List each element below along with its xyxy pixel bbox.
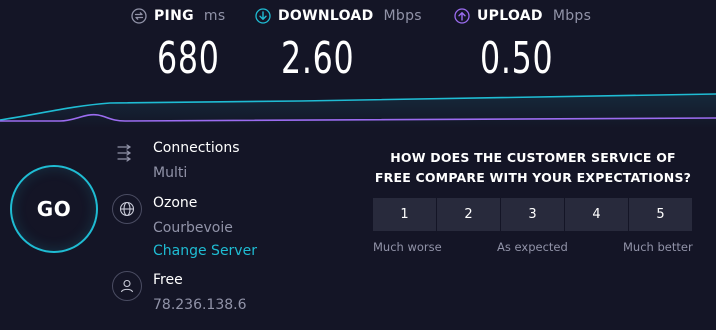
provider-ip: 78.236.138.6 [153,297,247,313]
rating-scale: 1 2 3 4 5 [373,198,692,231]
server-location: Courbevoie [153,220,233,236]
go-button[interactable]: GO [10,165,98,253]
download-arrow-icon [255,8,271,24]
ping-unit: ms [203,8,226,24]
server-name: Ozone [153,195,198,211]
upload-unit: Mbps [552,8,592,24]
ping-label: PING [154,8,194,24]
upload-label: UPLOAD [477,8,543,24]
rating-button-1[interactable]: 1 [373,198,436,231]
speed-graph [0,93,716,128]
provider-name: Free [153,272,183,288]
download-graph-area [0,94,716,128]
globe-icon [112,194,142,224]
connections-icon [112,139,140,167]
change-server-link[interactable]: Change Server [153,242,257,260]
upload-value: 0.50 [480,33,554,84]
download-label: DOWNLOAD [278,8,374,24]
user-icon [112,271,142,301]
download-stat: DOWNLOAD Mbps 2.60 [255,8,422,84]
ping-icon [131,8,147,24]
rating-button-4[interactable]: 4 [565,198,628,231]
rating-mid-label: As expected [497,240,568,254]
ping-stat: PING ms 680 [131,8,226,84]
rating-button-2[interactable]: 2 [437,198,500,231]
ping-value: 680 [157,33,220,84]
download-unit: Mbps [383,8,422,24]
connections-title: Connections [153,140,240,156]
download-value: 2.60 [281,33,355,84]
connections-value[interactable]: Multi [153,164,240,182]
upload-arrow-icon [454,8,470,24]
rating-high-label: Much better [623,240,693,254]
rating-button-3[interactable]: 3 [501,198,564,231]
upload-stat: UPLOAD Mbps 0.50 [454,8,592,84]
survey-question: HOW DOES THE CUSTOMER SERVICE OF FREE CO… [374,150,692,185]
rating-low-label: Much worse [373,240,442,254]
speedtest-page: PING ms 680 DOWNLOAD Mbps 2.60 UPLOAD Mb… [0,0,716,330]
rating-button-5[interactable]: 5 [629,198,692,231]
